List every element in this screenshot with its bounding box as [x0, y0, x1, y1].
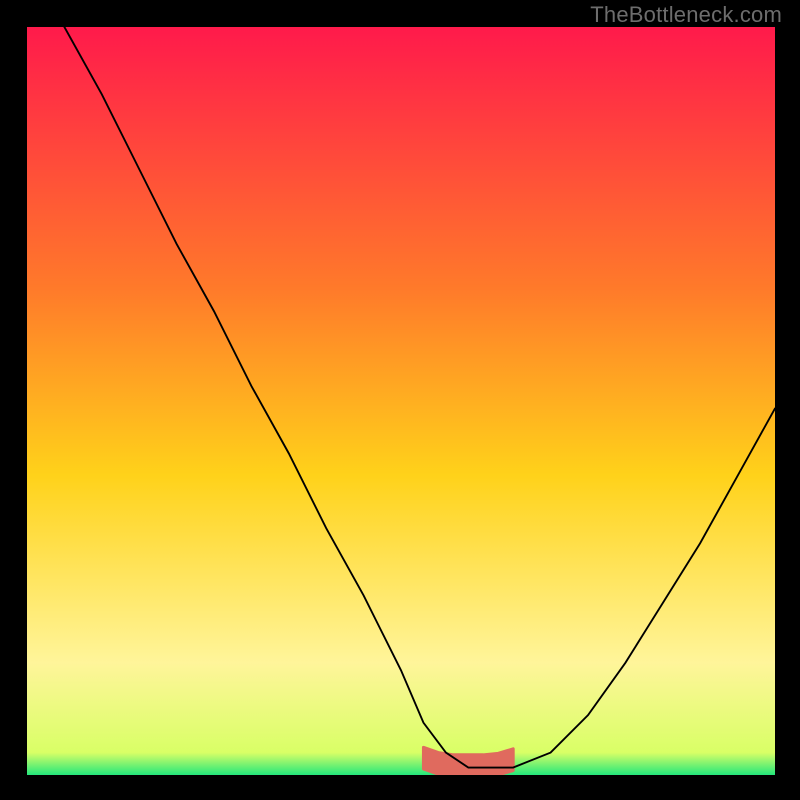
chart-frame: TheBottleneck.com — [0, 0, 800, 800]
bottleneck-plot — [27, 27, 775, 775]
gradient-background — [27, 27, 775, 775]
watermark-text: TheBottleneck.com — [590, 2, 782, 28]
